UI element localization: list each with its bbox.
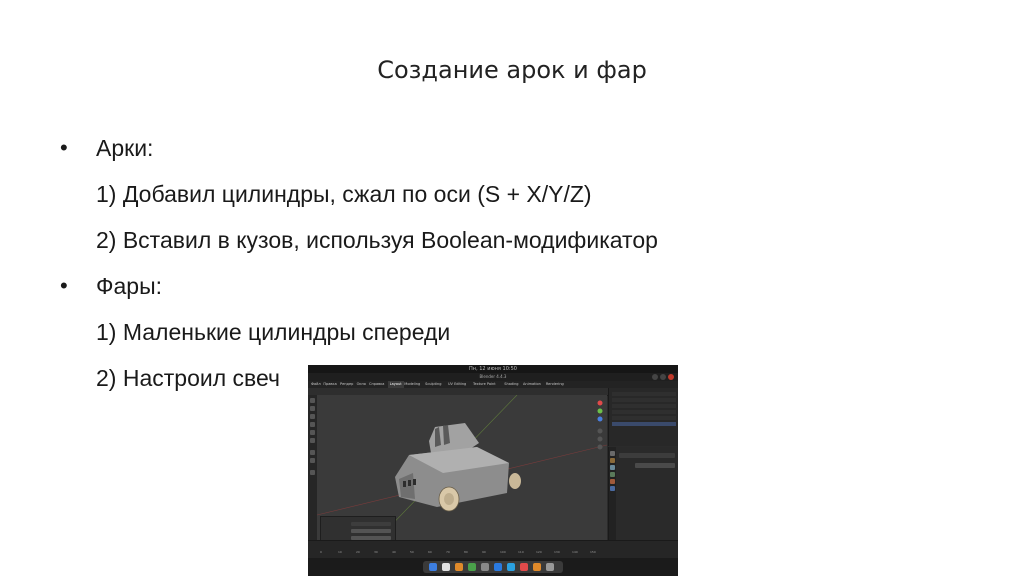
outliner-row[interactable] [612,416,676,420]
mail-icon[interactable] [520,563,528,571]
trash-icon[interactable] [546,563,554,571]
settings-icon[interactable] [481,563,489,571]
timeline-tick: 140 [572,550,578,554]
outliner-row[interactable] [612,410,676,414]
telegram-icon[interactable] [507,563,515,571]
bullet-dot: • [60,135,68,160]
timeline-tick: 110 [518,550,524,554]
timeline-tick: 130 [554,550,560,554]
window-title: Blender 4.4.3 [479,374,507,379]
maximize-icon[interactable] [660,374,666,380]
menu-item[interactable]: Texture Paint [473,381,496,388]
taskbar [308,558,678,576]
timeline-tick: 60 [428,550,432,554]
timeline-tick: 90 [482,550,486,554]
menu-bar: Файл Правка Рендер Окно Справка Layout Modelin… [308,381,678,388]
tool-tab-icon[interactable] [610,451,615,456]
timeline[interactable]: 0 10 20 30 40 50 60 70 80 90 100 110 120 130 140 150 [308,540,678,559]
camera-view-icon[interactable] [597,444,603,450]
zoom-icon[interactable] [597,428,603,434]
timeline-tick: 50 [410,550,414,554]
menu-item[interactable]: Sculpting [425,381,441,388]
rotate-tool-icon[interactable] [310,422,315,427]
menu-item[interactable]: Rendering [546,381,564,388]
modifier-tab-icon[interactable] [610,486,615,491]
timeline-tick: 70 [446,550,450,554]
timeline-tick: 20 [356,550,360,554]
bullet-subitem: 1) Маленькие цилиндры спереди [96,319,451,345]
dock [423,561,563,573]
annotate-tool-icon[interactable] [310,450,315,455]
bullet-dot: • [60,273,68,298]
window-titlebar: Blender 4.4.3 [308,373,678,381]
transform-tool-icon[interactable] [310,438,315,443]
add-modifier-button[interactable] [635,463,675,468]
bullet-subitem: 2) Настроил свеч [96,365,280,391]
gizmo-y-icon[interactable] [597,408,603,414]
car-model[interactable] [395,423,521,512]
bullet-label: Фары: [96,273,162,299]
operator-panel[interactable] [320,516,396,540]
measure-tool-icon[interactable] [310,458,315,463]
outliner-row[interactable] [612,398,676,402]
blender-screenshot: Пн, 12 июня 10:50 Blender 4.4.3 Файл Прав… [308,365,678,576]
menu-item[interactable]: UV Editing [448,381,466,388]
scale-tool-icon[interactable] [310,430,315,435]
os-clock: Пн, 12 июня 10:50 [469,366,517,372]
bullet-label: Арки: [96,135,154,161]
timeline-tick: 120 [536,550,542,554]
timeline-tick: 80 [464,550,468,554]
timeline-tick: 40 [392,550,396,554]
vscode-icon[interactable] [494,563,502,571]
timeline-tick: 10 [338,550,342,554]
timeline-tick: 150 [590,550,596,554]
3d-viewport[interactable] [317,395,607,540]
select-tool-icon[interactable] [310,398,315,403]
timeline-tick: 100 [500,550,506,554]
menu-item[interactable]: Правка [323,381,336,388]
menu-item[interactable]: Окно [357,381,366,388]
menu-item[interactable]: Рендер [340,381,353,388]
bullet-subitem: 2) Вставил в кузов, используя Boolean-мо… [96,227,658,253]
browser-icon[interactable] [455,563,463,571]
render-tab-icon[interactable] [610,458,615,463]
menu-item[interactable]: Layout [387,381,404,388]
outliner-row[interactable] [612,392,676,396]
props-field[interactable] [619,453,675,458]
menu-item[interactable]: Shading [504,381,518,388]
slide-title: Создание арок и фар [377,56,647,84]
properties-tabs [609,447,616,540]
add-cube-tool-icon[interactable] [310,470,315,475]
bullet-subitem: 1) Добавил цилиндры, сжал по оси (S + X/… [96,181,592,207]
gizmo-x-icon[interactable] [597,400,603,406]
os-top-bar: Пн, 12 июня 10:50 [308,365,678,373]
chrome-icon[interactable] [468,563,476,571]
outliner-row-selected[interactable] [612,422,676,426]
timeline-tick: 0 [320,550,322,554]
outliner-row[interactable] [612,404,676,408]
properties-panel [608,447,678,540]
gizmo-z-icon[interactable] [597,416,603,422]
object-tab-icon[interactable] [610,479,615,484]
scene-tab-icon[interactable] [610,472,615,477]
finder-icon[interactable] [429,563,437,571]
output-tab-icon[interactable] [610,465,615,470]
cursor-tool-icon[interactable] [310,406,315,411]
pan-icon[interactable] [597,436,603,442]
menu-item[interactable]: Modeling [404,381,420,388]
menu-item[interactable]: Animation [523,381,541,388]
menu-item[interactable]: Справка [369,381,384,388]
close-icon[interactable] [668,374,674,380]
blender-icon[interactable] [533,563,541,571]
files-icon[interactable] [442,563,450,571]
move-tool-icon[interactable] [310,414,315,419]
timeline-tick: 30 [374,550,378,554]
toolbar [308,395,317,540]
outliner-panel [608,388,678,446]
minimize-icon[interactable] [652,374,658,380]
menu-item[interactable]: Файл [311,381,321,388]
